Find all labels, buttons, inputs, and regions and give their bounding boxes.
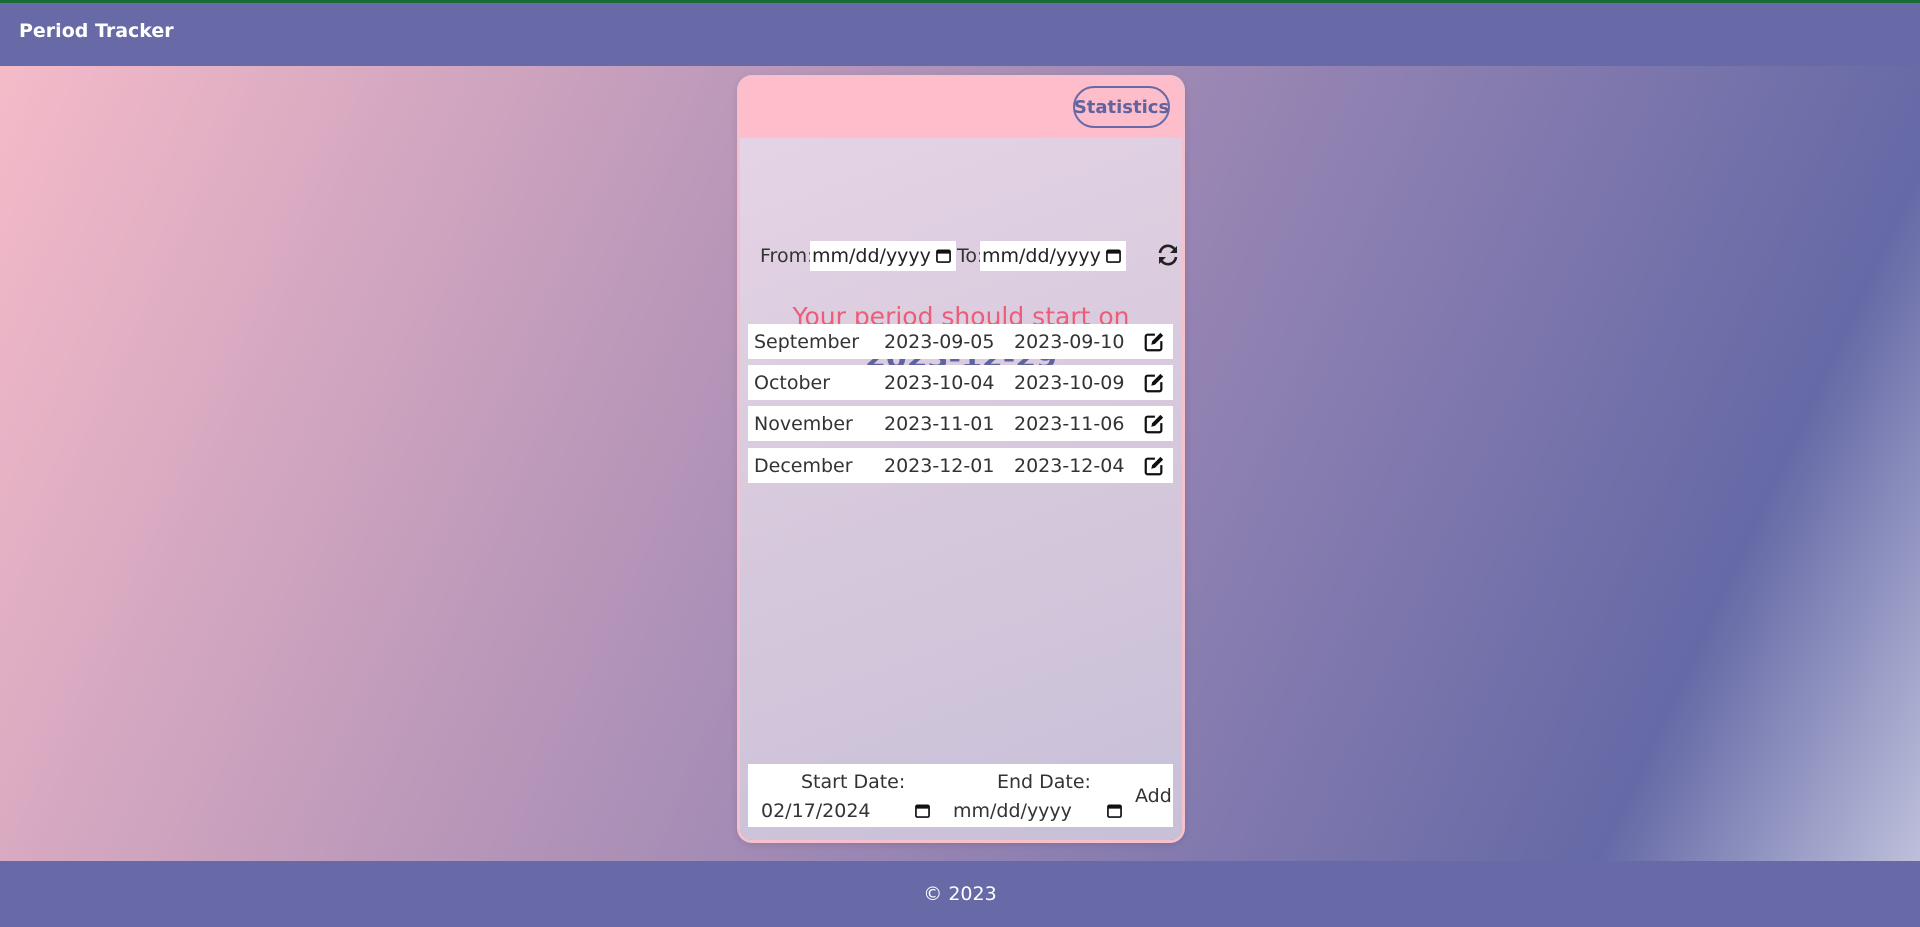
edit-icon[interactable] bbox=[1143, 413, 1165, 435]
edit-icon[interactable] bbox=[1143, 372, 1165, 394]
from-date-input[interactable]: mm/dd/yyyy bbox=[810, 241, 956, 271]
add-cycle-form: Start Date: 02/17/2024 End Date: mm/dd/y… bbox=[748, 764, 1173, 827]
cycle-start-date: 2023-12-01 bbox=[884, 455, 995, 477]
calendar-icon[interactable] bbox=[1107, 803, 1122, 818]
add-button[interactable]: Add bbox=[1135, 785, 1172, 807]
date-filter: From: mm/dd/yyyy To: mm/dd/yyyy bbox=[760, 241, 1180, 271]
start-date-value: 02/17/2024 bbox=[761, 800, 871, 822]
calendar-icon[interactable] bbox=[1106, 248, 1121, 263]
end-date-label: End Date: bbox=[997, 771, 1091, 793]
to-date-input[interactable]: mm/dd/yyyy bbox=[980, 241, 1126, 271]
cycle-row: December 2023-12-01 2023-12-04 bbox=[748, 448, 1173, 483]
cycle-row: October 2023-10-04 2023-10-09 bbox=[748, 365, 1173, 400]
calendar-icon[interactable] bbox=[936, 248, 951, 263]
refresh-icon[interactable] bbox=[1156, 243, 1180, 267]
cycle-month: October bbox=[754, 372, 831, 394]
card-header: Statistics bbox=[740, 78, 1182, 138]
cycle-start-date: 2023-11-01 bbox=[884, 413, 995, 435]
statistics-button[interactable]: Statistics bbox=[1073, 86, 1170, 128]
from-date-value: mm/dd/yyyy bbox=[812, 245, 931, 267]
edit-icon[interactable] bbox=[1143, 331, 1165, 353]
start-date-input[interactable]: 02/17/2024 bbox=[761, 800, 936, 824]
footer: © 2023 bbox=[0, 861, 1920, 927]
cycle-month: November bbox=[754, 413, 853, 435]
tracker-card: Statistics From: mm/dd/yyyy To: mm/dd/yy… bbox=[740, 78, 1182, 840]
cycle-end-date: 2023-09-10 bbox=[1014, 331, 1125, 353]
navbar: Period Tracker bbox=[0, 3, 1920, 66]
cycle-month: December bbox=[754, 455, 853, 477]
cycle-end-date: 2023-11-06 bbox=[1014, 413, 1125, 435]
end-date-input[interactable]: mm/dd/yyyy bbox=[953, 800, 1128, 824]
from-label: From: bbox=[760, 245, 814, 267]
cycle-end-date: 2023-10-09 bbox=[1014, 372, 1125, 394]
calendar-icon[interactable] bbox=[915, 803, 930, 818]
cycle-end-date: 2023-12-04 bbox=[1014, 455, 1125, 477]
start-date-label: Start Date: bbox=[801, 771, 906, 793]
cycle-row: September 2023-09-05 2023-09-10 bbox=[748, 324, 1173, 359]
cycle-start-date: 2023-09-05 bbox=[884, 331, 995, 353]
copyright-text: © 2023 bbox=[923, 883, 997, 905]
cycle-start-date: 2023-10-04 bbox=[884, 372, 995, 394]
cycle-month: September bbox=[754, 331, 860, 353]
app-title[interactable]: Period Tracker bbox=[19, 20, 174, 42]
end-date-value: mm/dd/yyyy bbox=[953, 800, 1072, 822]
cycle-row: November 2023-11-01 2023-11-06 bbox=[748, 406, 1173, 441]
edit-icon[interactable] bbox=[1143, 455, 1165, 477]
to-date-value: mm/dd/yyyy bbox=[982, 245, 1101, 267]
